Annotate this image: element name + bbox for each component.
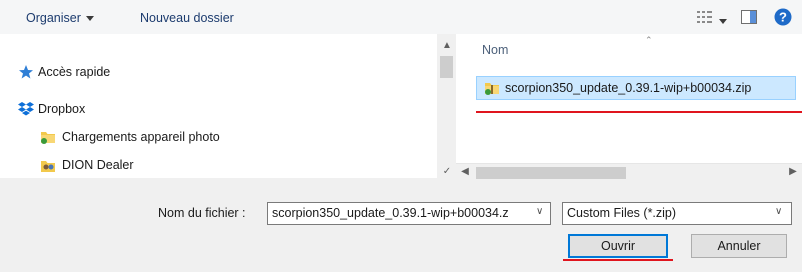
scroll-up-icon[interactable]: ▲ <box>440 40 454 52</box>
file-name[interactable]: scorpion350_update_0.39.1-wip+b00034.zip <box>505 79 751 97</box>
folder-icon <box>40 129 56 145</box>
chevron-down-icon <box>719 19 727 25</box>
file-type-value: Custom Files (*.zip) <box>567 206 677 220</box>
highlight-underline <box>476 111 802 113</box>
star-icon <box>18 64 34 80</box>
dialog-footer <box>0 181 802 272</box>
new-folder-button[interactable]: Nouveau dossier <box>140 9 234 27</box>
view-list-icon <box>697 11 712 23</box>
organise-label: Organiser <box>26 11 81 25</box>
filename-value: scorpion350_update_0.39.1-wip+b00034.z <box>272 206 509 220</box>
nav-item-quick-access[interactable]: Accès rapide <box>38 62 110 82</box>
nav-item-camera-uploads[interactable]: Chargements appareil photo <box>62 127 220 147</box>
filename-label: Nom du fichier : <box>158 206 246 220</box>
filename-dropdown-chevron-icon[interactable]: ∨ <box>536 206 543 217</box>
zip-folder-icon <box>484 80 500 96</box>
view-options-dropdown[interactable] <box>719 14 727 28</box>
preview-pane-button[interactable] <box>741 10 757 24</box>
user-folder-icon <box>40 157 56 173</box>
preview-pane-icon <box>741 10 757 24</box>
cancel-button[interactable]: Annuler <box>691 234 787 258</box>
file-type-select[interactable]: Custom Files (*.zip) <box>562 202 792 225</box>
scroll-down-icon[interactable]: ✓ <box>440 166 454 178</box>
navigation-scrollbar-thumb[interactable] <box>440 56 453 78</box>
help-icon: ? <box>774 8 792 26</box>
dropbox-icon <box>18 101 34 117</box>
chevron-down-icon <box>85 16 94 22</box>
nav-item-dion-dealer[interactable]: DION Dealer <box>62 155 134 175</box>
organise-button[interactable]: Organiser <box>26 9 94 27</box>
file-list-scrollbar-thumb[interactable] <box>476 167 626 179</box>
toolbar <box>0 0 802 35</box>
view-options-button[interactable] <box>697 10 713 24</box>
help-button[interactable]: ? <box>774 8 792 26</box>
scroll-right-icon[interactable]: ▶ <box>786 166 800 178</box>
column-header-name[interactable]: Nom <box>482 43 508 57</box>
sort-ascending-icon: ⌃ <box>645 35 653 45</box>
nav-item-dropbox[interactable]: Dropbox <box>38 99 85 119</box>
filename-input[interactable]: scorpion350_update_0.39.1-wip+b00034.z <box>267 202 551 225</box>
open-button-underline <box>563 259 673 261</box>
open-button[interactable]: Ouvrir <box>568 234 668 258</box>
file-type-chevron-icon[interactable]: ∨ <box>775 206 782 217</box>
scroll-left-icon[interactable]: ◀ <box>458 166 472 178</box>
svg-text:?: ? <box>779 10 787 25</box>
